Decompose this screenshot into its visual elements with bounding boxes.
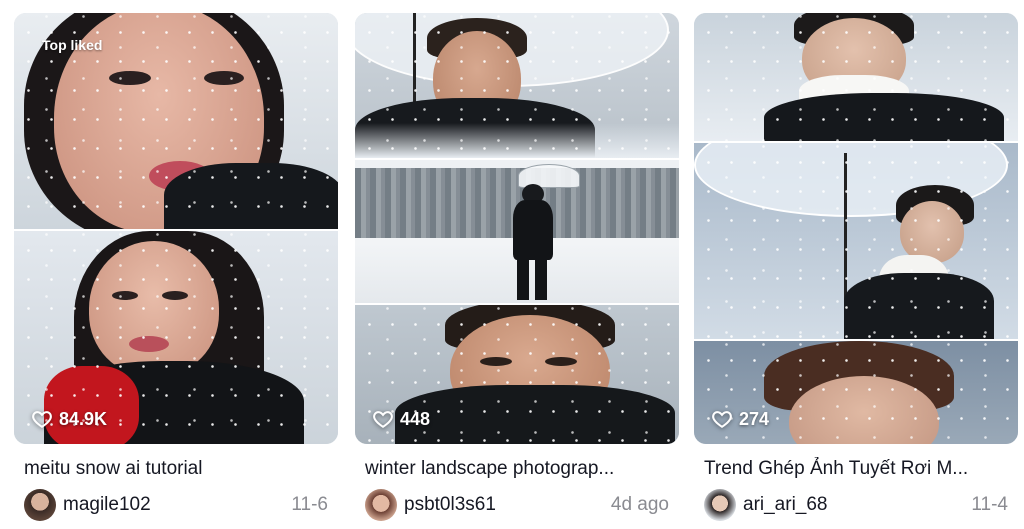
video-card-2[interactable]: 448 winter landscape photograp... psbt0l… <box>355 0 679 529</box>
post-date: 11-6 <box>291 494 328 515</box>
like-count-value: 84.9K <box>59 408 108 429</box>
video-title[interactable]: meitu snow ai tutorial <box>24 457 324 481</box>
avatar[interactable] <box>365 489 397 521</box>
like-count: 448 <box>372 408 430 430</box>
username[interactable]: psbt0l3s61 <box>404 494 496 516</box>
video-card-1[interactable]: Top liked 84.9K meitu snow ai tutorial m… <box>14 0 338 529</box>
post-date: 4d ago <box>610 494 669 515</box>
video-thumbnail-2[interactable]: 448 <box>355 13 679 444</box>
video-title[interactable]: Trend Ghép Ảnh Tuyết Rơi M... <box>704 457 1004 481</box>
video-thumbnail-1[interactable]: Top liked 84.9K <box>14 13 338 444</box>
video-title[interactable]: winter landscape photograp... <box>365 457 665 481</box>
video-thumbnail-3[interactable]: 274 <box>694 13 1018 444</box>
thumbnail-panel-top <box>694 13 1018 141</box>
avatar[interactable] <box>24 489 56 521</box>
thumbnail-panel-middle <box>355 158 679 305</box>
video-card-3[interactable]: 274 Trend Ghép Ảnh Tuyết Rơi M... ari_ar… <box>694 0 1018 529</box>
video-meta: ari_ari_68 11-4 <box>704 489 1008 521</box>
video-meta: psbt0l3s61 4d ago <box>365 489 669 521</box>
username[interactable]: ari_ari_68 <box>743 494 828 516</box>
top-liked-badge: Top liked <box>42 37 103 53</box>
heart-outline-icon <box>32 411 52 428</box>
like-count-value: 448 <box>400 408 431 429</box>
video-grid: Top liked 84.9K meitu snow ai tutorial m… <box>0 0 1024 529</box>
avatar[interactable] <box>704 489 736 521</box>
like-count: 84.9K <box>31 408 107 430</box>
like-count-value: 274 <box>739 408 770 429</box>
heart-outline-icon <box>712 411 732 428</box>
video-meta: magile102 11-6 <box>24 489 328 521</box>
heart-outline-icon <box>373 411 393 428</box>
like-count: 274 <box>711 408 769 430</box>
post-date: 11-4 <box>971 494 1008 515</box>
thumbnail-panel-top <box>355 13 679 158</box>
username[interactable]: magile102 <box>63 494 151 516</box>
thumbnail-panel-middle <box>694 141 1018 341</box>
